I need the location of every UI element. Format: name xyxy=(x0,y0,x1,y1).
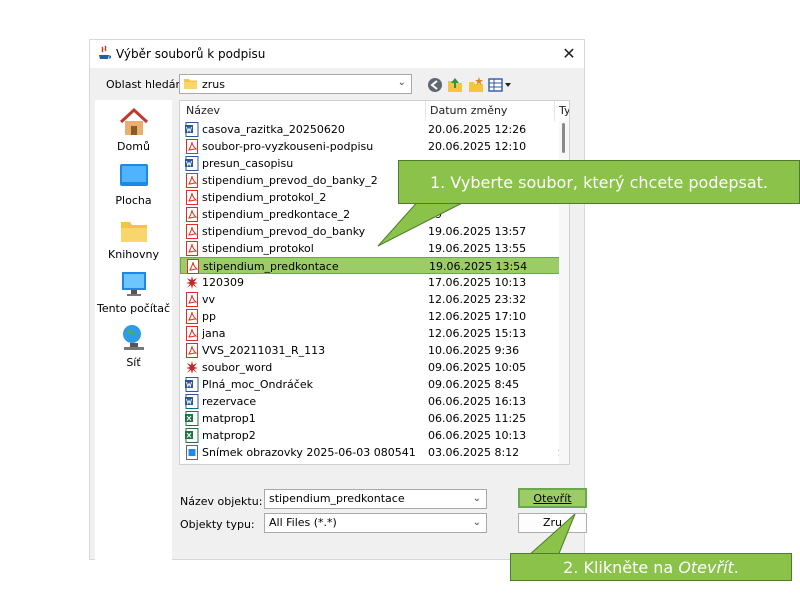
callout-1-pointer xyxy=(377,198,471,247)
callout-2-pointer xyxy=(526,513,576,557)
callout-step-1-text: 1. Vyberte soubor, který chcete podepsat… xyxy=(430,172,768,192)
callout-step-2-prefix: 2. Klikněte na xyxy=(563,557,679,577)
callout-step-2-emphasis: Otevřít xyxy=(678,557,734,577)
callout-pointers xyxy=(377,198,576,557)
callout-step-2: 2. Klikněte na Otevřít. xyxy=(510,553,792,581)
callout-step-1: 1. Vyberte soubor, který chcete podepsat… xyxy=(398,160,800,204)
callout-step-2-suffix: . xyxy=(733,557,739,577)
